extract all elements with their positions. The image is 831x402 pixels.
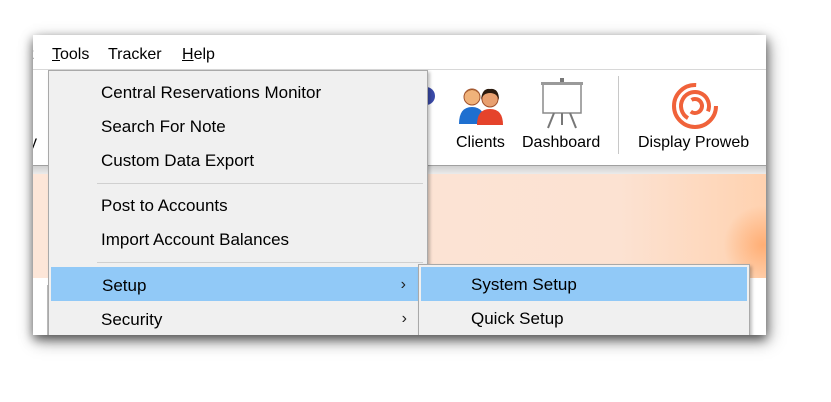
clients-button[interactable]: Clients	[451, 76, 511, 160]
chevron-right-icon: ›	[401, 310, 407, 327]
menu-item-post-to-accounts[interactable]: Post to Accounts	[51, 188, 425, 222]
chevron-right-icon: ›	[400, 276, 406, 293]
menu-tools-access-key: T	[52, 46, 60, 63]
app-window: t Tools Tracker Help y es Clients	[33, 35, 766, 335]
dashboard-button[interactable]: Dashboard	[520, 76, 605, 160]
menu-help-access-key: H	[182, 46, 194, 63]
menu-separator	[97, 262, 423, 263]
tools-dropdown-menu: Central Reservations Monitor Search For …	[48, 70, 428, 335]
menu-item-label: Quick Setup	[471, 309, 564, 328]
menu-item-system-setup[interactable]: System Setup	[421, 267, 747, 301]
setup-submenu: System Setup Quick Setup	[418, 264, 750, 335]
dashboard-label: Dashboard	[522, 134, 601, 151]
menu-item-search-for-note[interactable]: Search For Note	[51, 109, 425, 143]
menu-item-quick-setup[interactable]: Quick Setup	[421, 301, 747, 335]
menu-item-central-reservations-monitor[interactable]: Central Reservations Monitor	[51, 75, 425, 109]
menu-tools-rest: ools	[60, 46, 90, 63]
proweb-logo-icon	[672, 83, 718, 129]
menu-item-custom-data-export[interactable]: Custom Data Export	[51, 143, 425, 177]
display-proweb-button[interactable]: Display Proweb	[633, 76, 758, 160]
clients-icon	[459, 88, 503, 125]
menu-item-label: Setup	[102, 276, 147, 295]
menu-item-label: Security	[101, 310, 163, 329]
menu-help-rest: elp	[193, 46, 215, 63]
menu-item-setup[interactable]: Setup ›	[51, 267, 425, 301]
menu-tracker[interactable]: Tracker	[108, 46, 162, 64]
toolbar-partial-left-label: y	[33, 134, 37, 151]
menu-item-label: Post to Accounts	[101, 196, 228, 215]
menu-item-import-account-balances[interactable]: Import Account Balances	[51, 222, 425, 256]
menu-bar: t Tools Tracker Help	[33, 35, 766, 69]
dashboard-easel-icon	[541, 78, 583, 129]
menu-item-label: System Setup	[471, 275, 577, 294]
menu-separator	[97, 183, 423, 184]
menu-item-label: Custom Data Export	[101, 151, 255, 170]
menu-help[interactable]: Help	[182, 46, 215, 64]
display-proweb-label: Display Proweb	[638, 134, 750, 151]
menu-item-label: Search For Note	[101, 117, 226, 136]
menu-tools[interactable]: Tools	[52, 46, 89, 64]
clients-label: Clients	[456, 134, 505, 151]
menu-item-label: Central Reservations Monitor	[101, 83, 322, 102]
menu-item-label: Import Account Balances	[101, 230, 290, 249]
toolbar-separator	[618, 76, 619, 154]
menu-item-security[interactable]: Security ›	[51, 302, 425, 335]
